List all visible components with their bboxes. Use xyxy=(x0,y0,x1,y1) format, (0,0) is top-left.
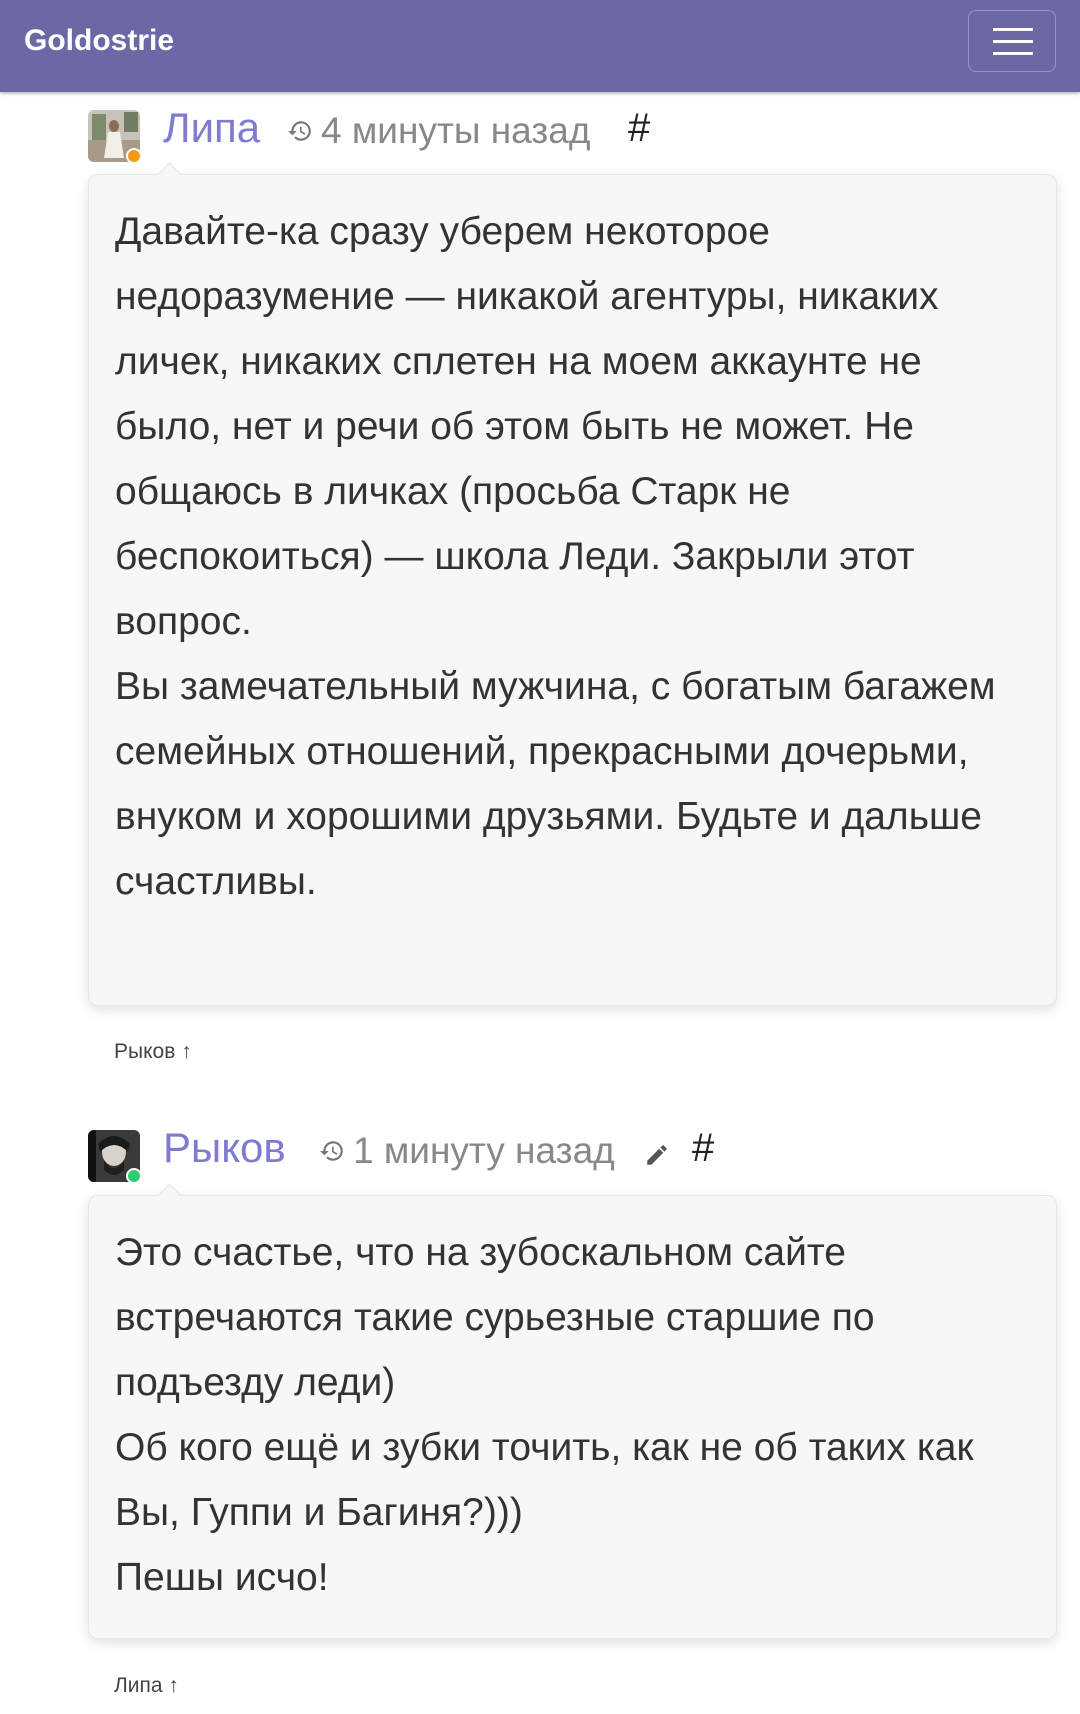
comment-author[interactable]: Рыков xyxy=(163,1124,286,1172)
comment-timestamp[interactable]: 1 минуту назад xyxy=(319,1130,615,1172)
comment-paragraph: Пешы исчо! xyxy=(115,1556,329,1599)
online-status-dot xyxy=(126,148,142,164)
comment-timestamp[interactable]: 4 минуты назад xyxy=(287,110,590,152)
comment-paragraph: Давайте-ка сразу уберем некоторое недора… xyxy=(115,210,939,643)
permalink-anchor[interactable]: # xyxy=(692,1126,714,1171)
hamburger-menu-icon[interactable] xyxy=(968,10,1056,72)
time-text: 4 минуты назад xyxy=(321,110,591,151)
comment-paragraph: Это счастье, что на зубоскальном сайте в… xyxy=(115,1231,875,1404)
comment-body: Давайте-ка сразу уберем некоторое недора… xyxy=(88,174,1057,1006)
comment-paragraph: Вы замечательный мужчина, с богатым бага… xyxy=(115,665,996,903)
reply-to-link[interactable]: Липа ↑ xyxy=(114,1674,179,1698)
comment-author[interactable]: Липа xyxy=(163,104,260,152)
online-status-dot xyxy=(126,1168,142,1184)
history-icon xyxy=(320,1141,343,1161)
comment-body: Это счастье, что на зубоскальном сайте в… xyxy=(88,1195,1057,1639)
comment: Липа 4 минуты назад # Давайте-ка сразу у… xyxy=(0,92,1080,1063)
history-icon xyxy=(288,121,311,141)
comment: Рыков 1 минуту назад # Это счастье, что … xyxy=(0,1112,1080,1697)
time-text: 1 минуту назад xyxy=(353,1130,615,1171)
permalink-anchor[interactable]: # xyxy=(628,106,650,151)
reply-to-link[interactable]: Рыков ↑ xyxy=(114,1040,192,1064)
top-navbar: Goldostrie xyxy=(0,0,1080,92)
comment-header: Рыков 1 минуту назад # xyxy=(0,1112,1080,1194)
pencil-edit-icon[interactable] xyxy=(644,1142,670,1168)
comment-paragraph: Об кого ещё и зубки точить, как не об та… xyxy=(115,1426,974,1534)
site-brand[interactable]: Goldostrie xyxy=(24,24,174,58)
comment-header: Липа 4 минуты назад # xyxy=(0,92,1080,174)
